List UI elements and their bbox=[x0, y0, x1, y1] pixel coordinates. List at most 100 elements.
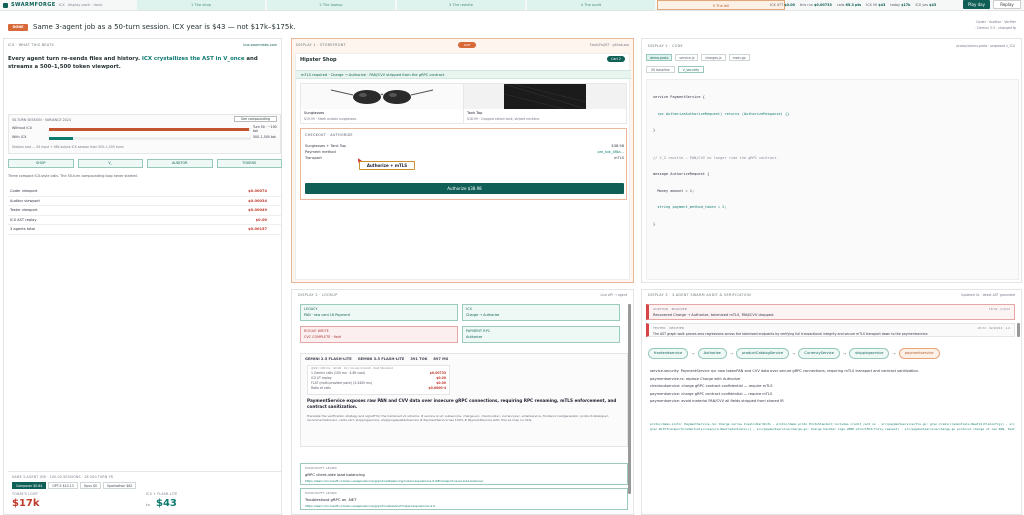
brand: SWARMFORGE ICX display pack · done bbox=[0, 2, 136, 8]
model-tab[interactable]: Opus $0 bbox=[79, 482, 102, 489]
code-line: } bbox=[653, 221, 656, 226]
live-badge: LIVE bbox=[458, 42, 476, 48]
field-tile-payment: PAYMENT RPC Authorize bbox=[462, 326, 620, 343]
tank-top-image bbox=[464, 83, 626, 110]
checkout-row: Transport mTLS bbox=[305, 156, 624, 160]
lead-text: Every agent turn re-sends files and hist… bbox=[8, 56, 258, 70]
v-button[interactable]: V_ bbox=[77, 159, 143, 168]
model-answer-box: GEMINI 2.5 FLASH-LITE GEMINI 3.5 FLASH-L… bbox=[300, 353, 628, 447]
calls-note: Three compact ICX-style calls. The 50-tu… bbox=[8, 174, 138, 178]
token-count: 391 TOK bbox=[410, 357, 428, 361]
model-tab[interactable]: GPT-5 $10.13 bbox=[48, 482, 78, 489]
stat: today $17k bbox=[890, 3, 911, 7]
arrow-right-icon: → bbox=[892, 351, 896, 356]
card-title: 50-TURN SESSION · VARIANCE 2024 bbox=[12, 118, 71, 122]
authorize-button[interactable]: Authorize $38.98 bbox=[305, 183, 624, 194]
scrollbar[interactable] bbox=[1017, 323, 1020, 337]
list-item: paymentservice.rs: replace Charge with A… bbox=[650, 376, 741, 381]
today-value: $17k bbox=[12, 498, 40, 509]
panel-meta: protoc/claims.proto · proposed v_ICX bbox=[956, 44, 1015, 48]
tab-flash-lite-3-5[interactable]: GEMINI 3.5 FLASH-LITE bbox=[358, 357, 405, 361]
checkout-row: Payment method pm_tok_4f8a... bbox=[305, 150, 624, 154]
list-item: Auditor viewport $0.00034 bbox=[8, 197, 281, 206]
stat: this run $0.00733 bbox=[799, 3, 832, 7]
stat: ICX 50 $43 bbox=[866, 3, 886, 7]
reference-card[interactable]: MICROSOFT LEARN gRPC client-side load ba… bbox=[300, 463, 628, 485]
code-line: Money amount = 1; bbox=[653, 188, 695, 193]
stat: ICX 47T $0.00 bbox=[770, 3, 795, 7]
model-tab[interactable]: Sparkathon $62 bbox=[103, 482, 137, 489]
arrow-right-icon: → bbox=[842, 351, 847, 356]
reference-card[interactable]: MICROSOFT LEARN Troubleshoot gRPC on .NE… bbox=[300, 488, 628, 510]
bus-link[interactable]: bus.swarmlabs.com bbox=[243, 43, 277, 47]
field-tile-icx: ICX Charge → Authorize bbox=[462, 304, 620, 321]
answer-detail: Translate the verification strategy and … bbox=[307, 414, 610, 423]
icx-prefix: to bbox=[146, 503, 151, 507]
code-panel: DISPLAY 2 · CODE protoc/claims.proto · p… bbox=[641, 38, 1022, 283]
list-item: paymentservice: avoid material PAN/CVV a… bbox=[650, 399, 784, 404]
bar-row-without: Without ICX Turn 50 · ~190 tok bbox=[12, 125, 277, 133]
brand-tag: ICX bbox=[58, 3, 65, 7]
cart-button[interactable]: Cart 2 bbox=[607, 56, 625, 62]
sunglasses-image bbox=[301, 84, 463, 109]
icx-summary-panel: ICX · WHAT THIS BEATS bus.swarmlabs.com … bbox=[3, 38, 282, 515]
tab-flash-lite-2-5[interactable]: GEMINI 2.5 FLASH-LITE bbox=[305, 357, 352, 361]
replay-button[interactable]: Replay bbox=[993, 0, 1021, 9]
step-tab-lookup[interactable]: 2 The lookup bbox=[267, 0, 395, 10]
auditor-button[interactable]: AUDITOR bbox=[147, 159, 213, 168]
list-item: ICX AST replay $0.00 bbox=[8, 216, 281, 225]
flow-node[interactable]: frontendservice bbox=[648, 348, 689, 359]
file-tabs: demo.proto service.js charges.js main.go bbox=[646, 54, 750, 61]
step-tab-audit[interactable]: 4 The audit bbox=[527, 0, 655, 10]
session-comparison-card: 50-TURN SESSION · VARIANCE 2024 See comp… bbox=[8, 114, 281, 154]
flow-node[interactable]: productCatalogService bbox=[736, 348, 790, 359]
scrollbar[interactable] bbox=[628, 304, 631, 494]
shop-viewport: Hipster Shop Cart 2 mTLS required · Char… bbox=[295, 53, 631, 280]
code-editor[interactable]: service PaymentService { rpc AuthorizeAu… bbox=[646, 79, 1019, 280]
flow-node[interactable]: paymentservice bbox=[898, 348, 940, 359]
stat: calls 65.3 pts bbox=[836, 3, 862, 7]
play-day-button[interactable]: Play day bbox=[963, 0, 990, 9]
product-card-sunglasses[interactable]: Sunglasses $19.99 · Sleek aviator sungla… bbox=[300, 83, 464, 124]
authorize-tooltip: Authorize + mTLS bbox=[359, 161, 415, 170]
flow-node[interactable]: shippingservice bbox=[849, 348, 890, 359]
view-tab[interactable]: V_security bbox=[677, 66, 705, 73]
flow-node[interactable]: Authorize bbox=[697, 348, 727, 359]
file-tab[interactable]: demo.proto bbox=[646, 54, 673, 61]
code-line: rpc AuthorizeAuthorizeRequest) returns (… bbox=[653, 111, 790, 116]
headline: DONE Same 3-agent job as a 50-turn sessi… bbox=[0, 15, 1024, 35]
file-tab[interactable]: charges.js bbox=[701, 54, 726, 61]
product-card-tank-top[interactable]: Tank Top $18.99 · Cropped cotton tank, s… bbox=[463, 83, 627, 124]
tokens-button[interactable]: TOKENS bbox=[216, 159, 282, 168]
flow-node[interactable]: CurrencyService bbox=[798, 348, 840, 359]
view-tab[interactable]: V0 baseline bbox=[646, 66, 675, 73]
list-item: paymentservice: charge gRPC contract con… bbox=[650, 391, 773, 396]
panel-meta: Updated 4L · latest AST grounded bbox=[961, 293, 1015, 297]
file-tab[interactable]: main.go bbox=[728, 54, 750, 61]
step-tabs: 1 The shop 2 The lookup 3 The rewrite 4 … bbox=[137, 0, 785, 10]
model-tab[interactable]: Composer $0.84 bbox=[12, 482, 47, 489]
icx-value: $43 bbox=[156, 498, 177, 509]
cost-breakdown: @20 / 100 ms · $0.00 · 10 / ms api (Inte… bbox=[307, 365, 450, 395]
source-label: Flash/Fall/ST · githab.sso bbox=[589, 43, 629, 47]
see-compounding-button[interactable]: See compounding bbox=[234, 116, 277, 122]
shop-title: Hipster Shop bbox=[300, 57, 337, 63]
bar-row-with: With ICX 500–1,500 tok bbox=[12, 135, 276, 140]
step-tab-bill[interactable]: 5 The bill bbox=[657, 0, 785, 10]
arrow-right-icon: → bbox=[691, 351, 695, 356]
shop-button[interactable]: SHOP bbox=[8, 159, 74, 168]
model-tabs: Composer $0.84 GPT-5 $10.13 Opus $0 Spar… bbox=[12, 482, 137, 489]
bar-fill bbox=[49, 128, 249, 131]
panel-title: DISPLAY 1 · STOREFRONT bbox=[296, 43, 346, 47]
field-tile-legacy: LEGACY PAN · raw card 16 Payment bbox=[300, 304, 458, 321]
arrow-right-icon: → bbox=[792, 351, 796, 356]
mtls-banner: mTLS required · Charge → Authorize · PAN… bbox=[296, 70, 631, 79]
list-item: Coder viewport $0.00074 bbox=[8, 187, 281, 197]
file-tab[interactable]: service.js bbox=[675, 54, 699, 61]
stats-readout: ICX 47T $0.00 this run $0.00733 calls 65… bbox=[770, 0, 936, 10]
latency: 897 MS bbox=[433, 357, 449, 361]
status-badge: DONE bbox=[8, 24, 28, 31]
step-tab-shop[interactable]: 1 The shop bbox=[137, 0, 265, 10]
git-findings: protoc/demo.proto: PaymentService.rpc Ch… bbox=[650, 422, 1015, 431]
step-tab-rewrite[interactable]: 3 The rewrite bbox=[397, 0, 525, 10]
